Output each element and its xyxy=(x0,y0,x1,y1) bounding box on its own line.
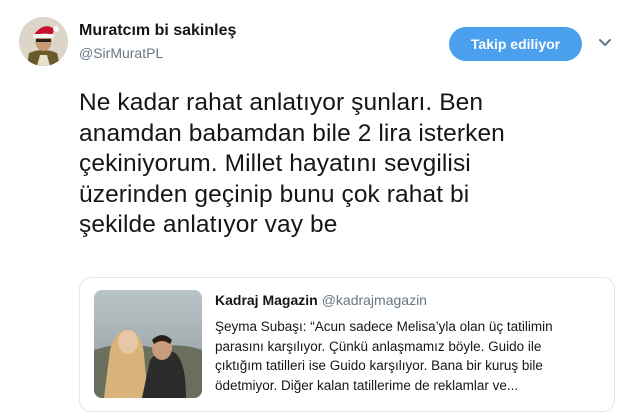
tweet-text: Ne kadar rahat anlatıyor şunları. Ben an… xyxy=(79,88,619,241)
chevron-down-icon[interactable] xyxy=(598,38,612,48)
tweet-line: şekilde anlatıyor vay be xyxy=(79,211,338,238)
quoted-author-handle: @kadrajmagazin xyxy=(321,292,427,308)
author-handle[interactable]: @SirMuratPL xyxy=(79,45,163,61)
tweet-line: üzerinden geçinip bunu çok rahat bi xyxy=(79,180,470,208)
santa-hat-avatar-icon xyxy=(19,17,68,66)
quoted-author-name: Kadraj Magazin xyxy=(215,292,318,308)
author-name[interactable]: Muratcım bi sakinleş xyxy=(79,22,236,40)
following-button[interactable]: Takip ediliyor xyxy=(449,27,582,61)
quoted-tweet-line: ödetmiyor. Diğer kalan tatillerime de re… xyxy=(215,377,519,393)
tweet-line: anamdan babamdan bile 2 lira isterken xyxy=(79,119,505,147)
quoted-tweet-text: Şeyma Subaşı: “Acun sadece Melisa’yla ol… xyxy=(215,317,600,395)
quoted-tweet-line: Şeyma Subaşı: “Acun sadece Melisa’yla ol… xyxy=(215,319,553,334)
tweet-line: çekiniyorum. Millet hayatını sevgilisi xyxy=(79,150,471,177)
quoted-tweet-header: Kadraj Magazin @kadrajmagazin xyxy=(215,292,427,308)
quoted-tweet-card[interactable]: Kadraj Magazin @kadrajmagazin Şeyma Subaş… xyxy=(79,277,615,412)
quoted-tweet-line: çıktığım tatilleri ise Guido karşılıyor.… xyxy=(215,358,543,373)
avatar[interactable] xyxy=(19,17,68,66)
quoted-tweet-image xyxy=(94,290,202,398)
quoted-tweet-line: parasını karşılıyor. Çünkü anlaşmamız bö… xyxy=(215,338,542,354)
tweet-line: Ne kadar rahat anlatıyor şunları. Ben xyxy=(79,89,484,116)
